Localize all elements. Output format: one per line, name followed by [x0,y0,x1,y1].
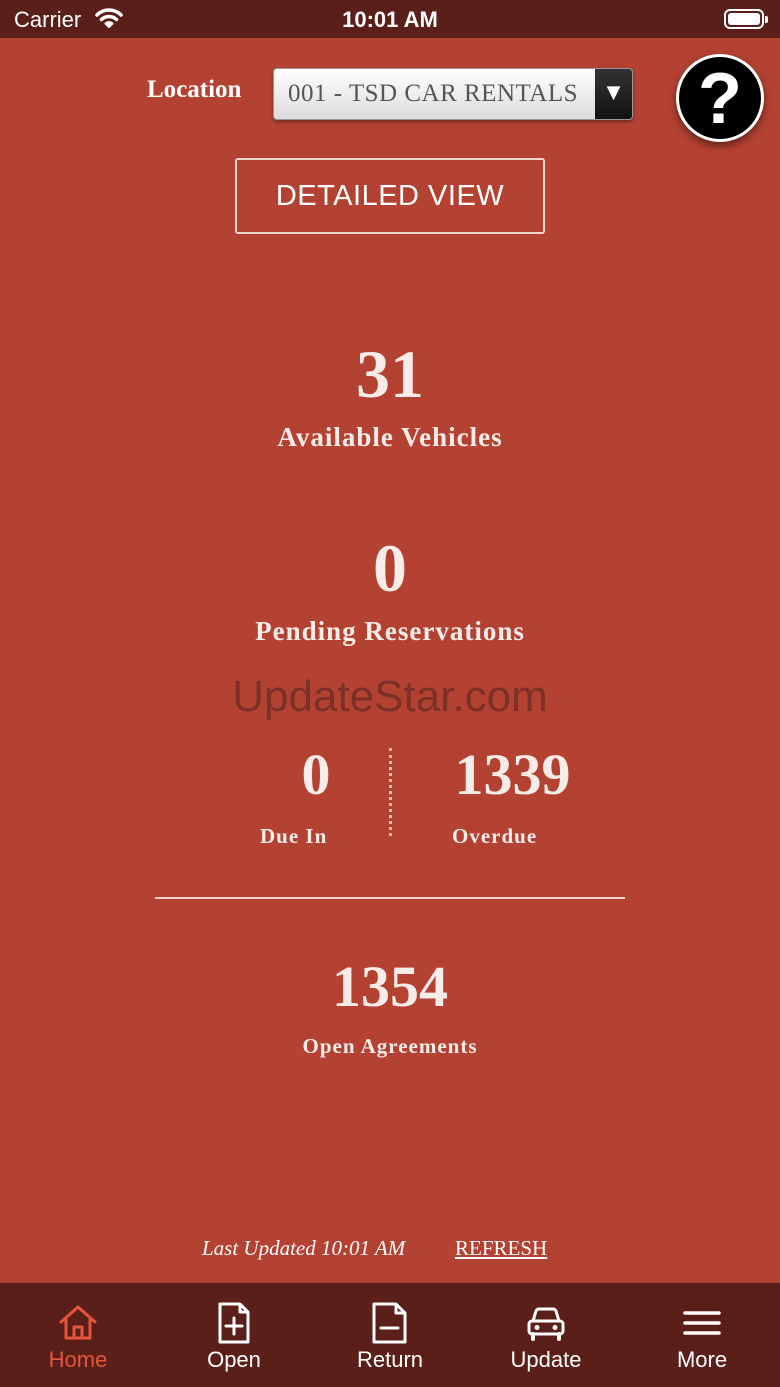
due-in-stat: 0 Due In [243,746,383,849]
due-in-label: Due In [260,824,328,848]
home-icon [56,1301,100,1345]
chevron-down-icon: ▼ [595,69,632,119]
tab-return-label: Return [356,1347,424,1372]
document-plus-icon [212,1301,256,1345]
available-vehicles-label: Available Vehicles [277,422,503,452]
tab-more[interactable]: More [624,1283,780,1387]
battery-icon [724,9,768,29]
open-agreements-label: Open Agreements [302,1034,478,1058]
pending-reservations-value: 0 [373,530,407,606]
available-vehicles-value: 31 [356,336,424,412]
tab-update[interactable]: Update [468,1283,624,1387]
detailed-view-button[interactable]: DETAILED VIEW [235,158,545,234]
tab-open-label: Open [207,1347,261,1372]
tab-more-label: More [676,1347,728,1372]
tab-home[interactable]: Home [0,1283,156,1387]
pending-reservations-label: Pending Reservations [255,616,525,646]
overdue-value: 1339 [454,742,571,807]
available-vehicles-stat: 31 Available Vehicles [0,340,780,453]
tab-bar: Home Open Return Update More [0,1283,780,1387]
due-in-value: 0 [301,742,331,807]
car-icon [524,1301,568,1345]
overdue-stat: 1339 Overdue [440,746,585,849]
status-bar: Carrier 10:01 AM [0,0,780,38]
status-time: 10:01 AM [342,7,438,32]
tab-home-label: Home [48,1347,108,1372]
help-button[interactable]: ? [676,54,764,142]
tab-open[interactable]: Open [156,1283,312,1387]
location-value: 001 - TSD CAR RENTALS [288,80,579,107]
watermark: UpdateStar.com [232,672,548,721]
document-minus-icon [368,1301,412,1345]
pending-reservations-stat: 0 Pending Reservations [0,534,780,647]
last-updated-text: Last Updated 10:01 AM [202,1236,406,1260]
vertical-divider [389,748,392,836]
open-agreements-value: 1354 [332,954,448,1019]
horizontal-divider [155,897,625,899]
tab-update-label: Update [510,1347,582,1372]
location-select[interactable]: 001 - TSD CAR RENTALS ▼ [273,68,633,120]
open-agreements-stat: 1354 Open Agreements [0,958,780,1059]
refresh-link[interactable]: REFRESH [455,1236,547,1261]
location-label: Location [147,76,242,103]
overdue-label: Overdue [452,824,538,848]
menu-icon [680,1301,724,1345]
tab-return[interactable]: Return [312,1283,468,1387]
